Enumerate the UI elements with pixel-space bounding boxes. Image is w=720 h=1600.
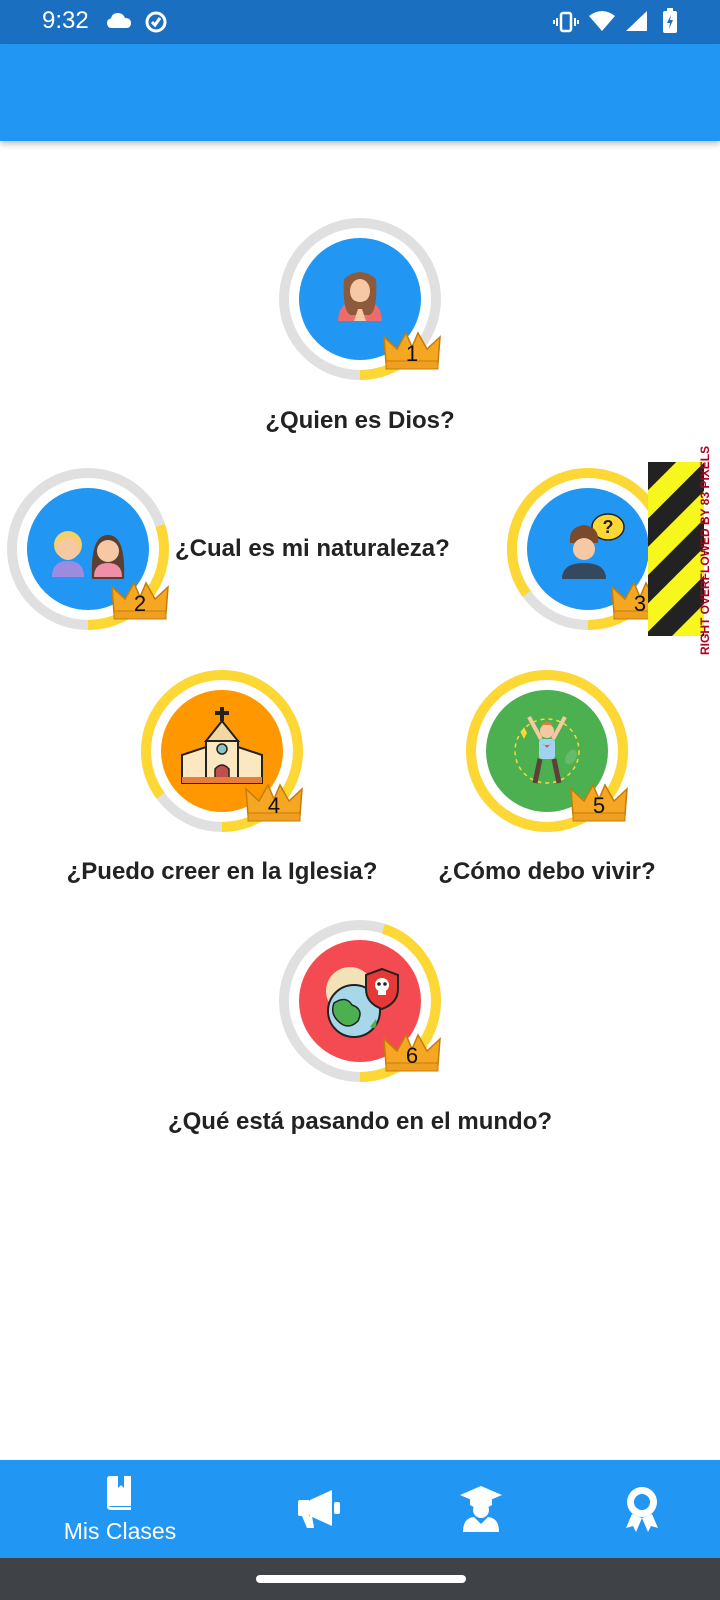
lesson-title-6[interactable]: ¿Qué está pasando en el mundo?	[110, 1108, 610, 1136]
lesson-number: 6	[406, 1043, 418, 1068]
lesson-number: 1	[406, 341, 418, 366]
megaphone-icon	[298, 1490, 340, 1528]
lesson-ring: 2	[7, 468, 169, 630]
signal-icon	[626, 11, 647, 31]
svg-text:?: ?	[603, 517, 614, 537]
overflow-warning-stripe	[648, 462, 704, 636]
lesson-title-5[interactable]: ¿Cómo debo vivir?	[297, 858, 720, 886]
lesson-item-2[interactable]: 2	[0, 449, 188, 649]
vibrate-icon	[553, 11, 579, 33]
lesson-ring: 5	[466, 670, 628, 832]
overflow-warning-text: RIGHT OVERFLOWED BY 83 PIXELS	[698, 445, 712, 655]
nav-item-announcements[interactable]	[232, 1460, 412, 1558]
cloud-icon	[107, 13, 131, 28]
lesson-item-4[interactable]: 4	[122, 651, 322, 851]
lesson-ring: 1	[279, 218, 441, 380]
lesson-title-1[interactable]: ¿Quien es Dios?	[110, 407, 610, 435]
battery-charging-icon	[663, 8, 677, 33]
award-icon	[626, 1487, 658, 1532]
lesson-number: 3	[634, 591, 646, 616]
lesson-item-1[interactable]: 1	[260, 199, 460, 399]
status-bar: 9:32	[0, 0, 720, 44]
jesus-icon	[338, 272, 382, 321]
lesson-number: 2	[134, 591, 146, 616]
lesson-ring: 6	[279, 920, 441, 1082]
app-bar	[0, 44, 720, 141]
book-icon	[107, 1476, 131, 1510]
wifi-icon	[589, 11, 615, 31]
bottom-nav: Mis Clases	[0, 1460, 720, 1558]
nav-item-students[interactable]	[392, 1460, 572, 1558]
lesson-number: 5	[593, 793, 605, 818]
lesson-title-2[interactable]: ¿Cual es mi naturaleza?	[175, 535, 450, 563]
lesson-item-5[interactable]: 5	[447, 651, 647, 851]
nav-item-mis-clases[interactable]: Mis Clases	[30, 1460, 210, 1558]
nav-label-mis-clases: Mis Clases	[63, 1518, 177, 1544]
status-time: 9:32	[42, 7, 89, 34]
nav-item-achievements[interactable]	[552, 1460, 720, 1558]
lesson-number: 4	[268, 793, 280, 818]
student-icon	[460, 1486, 502, 1532]
lesson-item-6[interactable]: 6	[260, 901, 460, 1101]
home-gesture-pill[interactable]	[256, 1575, 466, 1583]
lesson-ring: 4	[141, 670, 303, 832]
sync-icon	[145, 11, 167, 33]
system-nav-bar	[0, 1558, 720, 1600]
